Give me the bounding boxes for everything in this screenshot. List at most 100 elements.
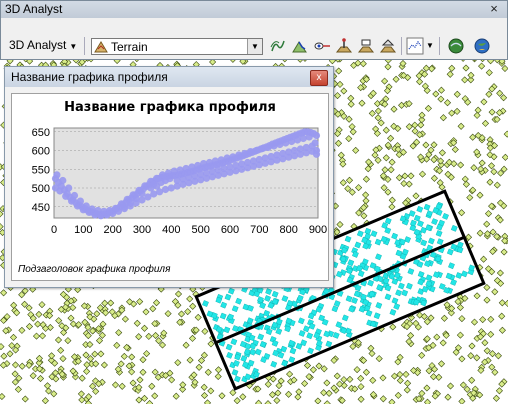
map-point: [45, 387, 53, 395]
map-point: [8, 342, 16, 350]
map-point: [490, 168, 498, 176]
map-point: [0, 343, 5, 351]
map-point: [462, 180, 470, 188]
map-point: [367, 344, 375, 352]
map-point: [487, 315, 495, 323]
y-tick-label: 450: [32, 202, 50, 214]
x-tick-label: 400: [162, 224, 180, 236]
map-point: [120, 352, 128, 360]
map-point: [200, 351, 208, 359]
toolbar-close-button[interactable]: ×: [487, 1, 501, 16]
profile-point-marker: [76, 197, 84, 205]
map-point: [337, 151, 345, 159]
map-point: [325, 389, 333, 397]
steepest-path-icon[interactable]: [291, 37, 309, 55]
interpolate-point-icon[interactable]: [335, 37, 353, 55]
x-tick-label: 900: [309, 224, 327, 236]
map-point: [25, 322, 34, 331]
map-point: [295, 388, 303, 396]
map-point: [483, 296, 491, 304]
map-point: [448, 109, 456, 117]
map-point: [411, 121, 419, 129]
map-point: [382, 126, 390, 134]
profile-graph-titlebar[interactable]: Название графика профиля x: [5, 67, 333, 87]
map-point: [480, 255, 488, 263]
map-point: [448, 64, 456, 72]
map-point: [207, 340, 215, 348]
map-point: [459, 381, 467, 389]
map-point: [368, 349, 376, 358]
profile-point-marker: [53, 171, 61, 179]
contour-icon[interactable]: [269, 37, 287, 55]
map-point: [139, 368, 147, 376]
map-point: [348, 188, 356, 196]
map-point: [496, 89, 504, 97]
y-tick-label: 650: [32, 127, 50, 139]
y-tick-label: 500: [32, 183, 50, 195]
map-point: [18, 362, 26, 370]
map-point: [400, 179, 408, 188]
map-point: [432, 90, 440, 98]
toolbar-titlebar[interactable]: 3D Analyst ×: [1, 1, 507, 18]
arcglobe-icon[interactable]: [473, 37, 491, 55]
map-point: [286, 370, 294, 378]
map-point: [143, 350, 151, 358]
interpolate-line-icon[interactable]: [357, 37, 375, 55]
chevron-down-icon[interactable]: ▼: [426, 41, 434, 50]
close-button[interactable]: x: [310, 70, 328, 86]
profile-graph-icon[interactable]: [406, 37, 424, 55]
map-point: [498, 326, 506, 334]
layer-select[interactable]: Terrain ▼: [91, 38, 263, 55]
interpolate-polygon-icon[interactable]: [379, 37, 397, 55]
map-point: [36, 374, 45, 383]
map-point: [470, 318, 479, 326]
x-tick-label: 0: [51, 224, 57, 236]
map-point: [140, 394, 149, 402]
map-point: [388, 196, 396, 204]
map-point: [461, 76, 469, 84]
map-point: [402, 370, 410, 378]
map-point: [423, 398, 432, 404]
map-point: [69, 304, 77, 312]
map-point: [480, 98, 488, 106]
map-point: [440, 314, 448, 322]
map-point: [320, 389, 328, 397]
map-point: [41, 397, 49, 404]
map-point: [458, 315, 466, 323]
map-point: [495, 387, 503, 395]
profile-point-marker: [65, 184, 73, 192]
map-point: [405, 123, 413, 131]
3d-analyst-menu-button[interactable]: 3D Analyst ▼: [9, 38, 77, 52]
map-point: [86, 355, 95, 363]
map-point: [437, 86, 445, 94]
map-point: [487, 330, 495, 338]
profile-graph-panel: Название графика профиля 450 500 550 600 650…: [11, 93, 329, 281]
map-point: [186, 295, 194, 303]
map-point: [32, 332, 41, 340]
line-of-sight-icon[interactable]: [313, 37, 331, 55]
map-point: [352, 146, 360, 154]
map-point: [388, 398, 396, 404]
map-point: [168, 376, 176, 384]
map-point: [424, 104, 432, 112]
map-point: [453, 90, 461, 98]
map-point: [139, 356, 147, 364]
map-point: [67, 314, 75, 322]
arcscene-icon[interactable]: [447, 37, 465, 55]
y-tick-label: 600: [32, 146, 50, 158]
map-point: [423, 384, 431, 392]
map-point: [362, 191, 370, 199]
map-point: [485, 69, 493, 77]
map-point: [345, 135, 353, 143]
map-point: [458, 209, 466, 217]
map-point: [0, 352, 8, 360]
chevron-down-icon[interactable]: ▼: [247, 39, 262, 54]
map-point: [384, 63, 392, 71]
map-point: [158, 341, 167, 349]
map-point: [333, 372, 341, 380]
map-point: [78, 396, 86, 404]
map-point: [309, 366, 317, 374]
map-point: [388, 158, 396, 166]
map-point: [492, 394, 500, 402]
map-point: [333, 92, 342, 100]
